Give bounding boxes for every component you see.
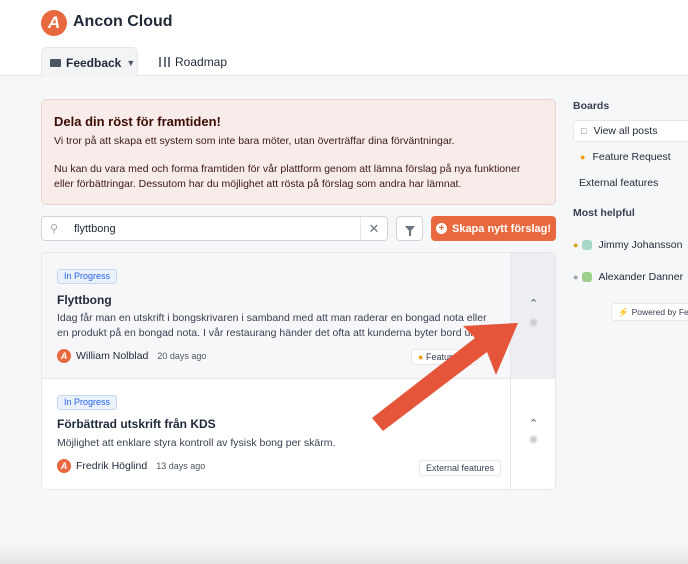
banner-paragraph-1: Vi tror på att skapa ett system som inte… bbox=[54, 135, 455, 147]
sidebar-item-external-features[interactable]: External features bbox=[579, 172, 658, 194]
gold-medal-icon: ● bbox=[573, 240, 579, 250]
map-icon bbox=[159, 57, 170, 67]
welcome-banner: Dela din röst för framtiden! Vi tror på … bbox=[41, 99, 556, 205]
status-badge: In Progress bbox=[57, 395, 118, 410]
post-author: A Fredrik Höglind 13 days ago bbox=[57, 459, 205, 473]
boards-heading: Boards bbox=[573, 100, 610, 112]
upvote-chevron-icon[interactable]: ⌃ bbox=[529, 297, 538, 310]
chevron-down-icon: ▼ bbox=[126, 57, 136, 68]
create-post-button[interactable]: + Skapa nytt förslag! bbox=[431, 216, 556, 241]
create-post-label: Skapa nytt förslag! bbox=[451, 222, 552, 235]
ancon-logo-icon[interactable]: A bbox=[41, 10, 67, 36]
sidebar-item-feature-request[interactable]: ● Feature Request bbox=[580, 146, 671, 168]
filter-icon bbox=[404, 225, 415, 236]
post-card[interactable]: In Progress Förbättrad utskrift från KDS… bbox=[42, 379, 555, 489]
avatar: A bbox=[57, 349, 71, 363]
bottom-fade bbox=[0, 545, 688, 564]
post-card[interactable]: In Progress Flyttbong Idag får man en ut… bbox=[42, 253, 555, 379]
avatar: A bbox=[57, 459, 71, 473]
post-description: Idag får man en utskrift i bongskrivaren… bbox=[57, 312, 487, 339]
helpful-user[interactable]: ● Jimmy Johansson bbox=[573, 234, 682, 256]
status-badge: In Progress bbox=[57, 269, 118, 284]
search-icon: ⚲ bbox=[50, 223, 59, 235]
vote-box[interactable]: ⌃ bbox=[510, 253, 555, 379]
post-author: A William Nolblad 20 days ago bbox=[57, 349, 206, 363]
post-description: Möjlighet att enklare styra kontroll av … bbox=[57, 437, 336, 449]
avatar bbox=[582, 272, 593, 282]
lightbulb-icon: ● bbox=[580, 152, 586, 162]
post-title[interactable]: Förbättrad utskrift från KDS bbox=[57, 417, 216, 431]
tab-roadmap[interactable]: Roadmap bbox=[159, 47, 227, 77]
search-bar: ⚲ flyttbong ✕ bbox=[41, 216, 388, 241]
vote-count bbox=[530, 319, 537, 326]
sidebar-item-view-all-posts[interactable]: □ View all posts bbox=[573, 120, 688, 142]
tab-feedback[interactable]: Feedback ▼ bbox=[41, 47, 138, 77]
filter-button[interactable] bbox=[396, 216, 423, 241]
lightning-icon: ⚡ bbox=[618, 306, 629, 317]
tab-roadmap-label: Roadmap bbox=[175, 55, 228, 69]
chat-icon: □ bbox=[581, 126, 587, 136]
banner-title: Dela din röst för framtiden! bbox=[54, 114, 221, 129]
helpful-user[interactable]: ● Alexander Danner bbox=[573, 266, 683, 288]
tab-feedback-label: Feedback bbox=[66, 55, 122, 70]
vote-box[interactable]: ⌃ bbox=[510, 379, 555, 489]
board-tag[interactable]: ● Feature Re bbox=[411, 349, 478, 365]
search-input[interactable]: flyttbong bbox=[74, 223, 360, 235]
author-name: William Nolblad bbox=[76, 350, 149, 362]
brand-name[interactable]: Ancon Cloud bbox=[73, 13, 173, 31]
post-list: In Progress Flyttbong Idag får man en ut… bbox=[41, 252, 556, 490]
post-time: 13 days ago bbox=[156, 461, 206, 471]
author-name: Fredrik Höglind bbox=[76, 460, 148, 472]
post-title[interactable]: Flyttbong bbox=[57, 293, 112, 307]
vote-count bbox=[530, 436, 537, 443]
post-time: 20 days ago bbox=[157, 351, 207, 361]
most-helpful-heading: Most helpful bbox=[573, 207, 635, 219]
silver-medal-icon: ● bbox=[573, 272, 579, 282]
clear-search-button[interactable]: ✕ bbox=[360, 217, 387, 240]
powered-by-badge[interactable]: ⚡ Powered by Fe bbox=[611, 303, 688, 321]
top-bar: A Ancon Cloud Feedback ▼ Roadmap bbox=[0, 0, 688, 77]
upvote-chevron-icon[interactable]: ⌃ bbox=[529, 417, 538, 430]
lightbulb-icon: ● bbox=[418, 352, 424, 362]
inbox-icon bbox=[50, 58, 61, 67]
banner-paragraph-2: Nu kan du vara med och forma framtiden f… bbox=[54, 163, 521, 190]
avatar bbox=[582, 240, 593, 250]
board-tag[interactable]: External features bbox=[419, 460, 502, 476]
plus-icon: + bbox=[435, 223, 447, 234]
